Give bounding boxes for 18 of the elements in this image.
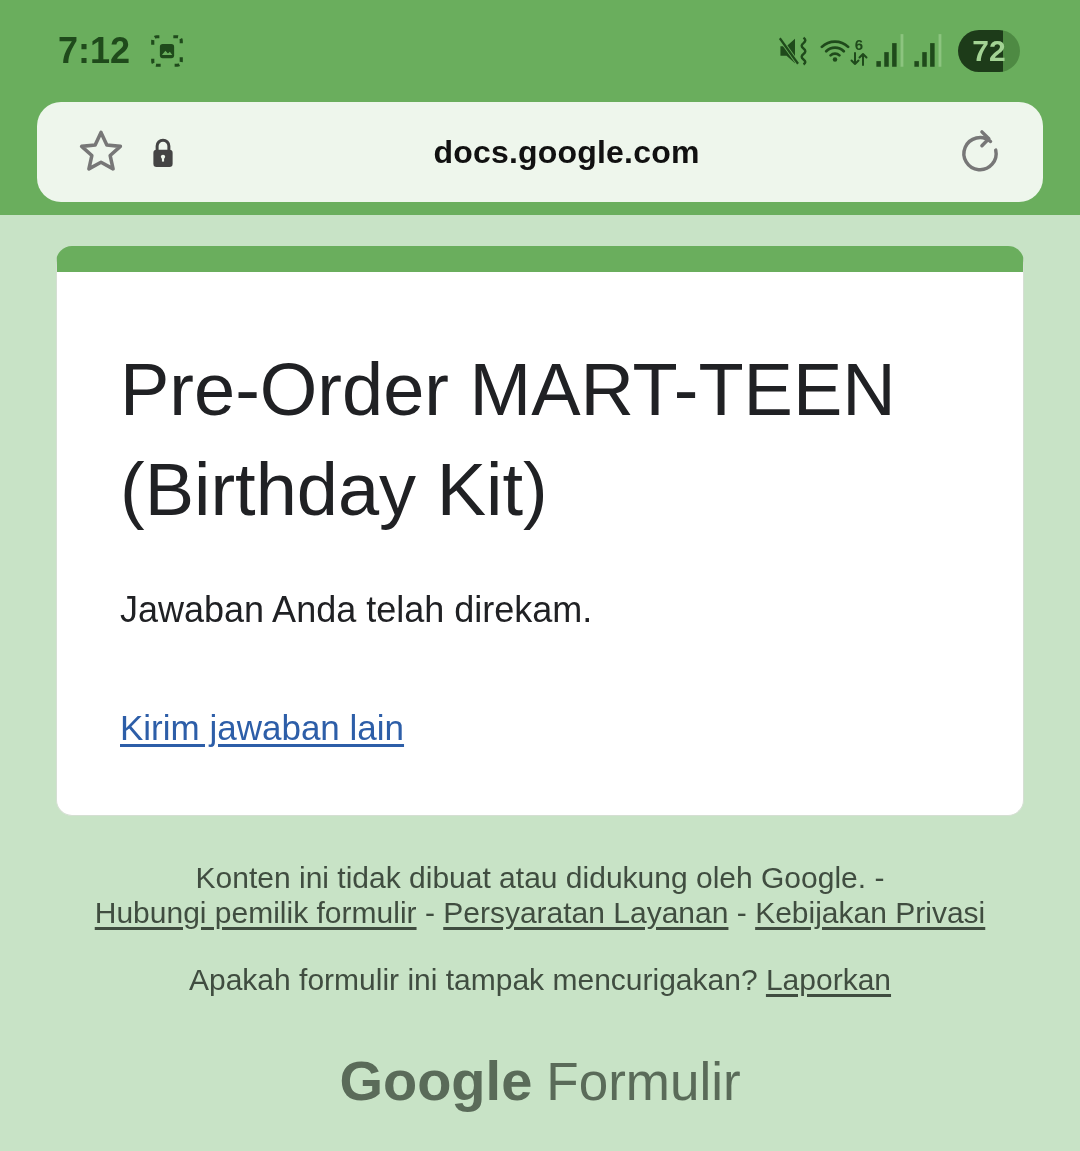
report-prompt: Apakah formulir ini tampak mencurigakan? Laporkan [187,962,893,997]
product-name: Formulir [546,1055,741,1108]
confirmation-message: Jawaban Anda telah direkam. [120,588,594,631]
wifi-standard-label: 6 [854,36,864,52]
footer-disclaimer: Konten ini tidak dibuat atau didukung oleh Google. - Hubungi pemilik formulir - Persyaratan Layanan - Kebijakan Privasi [93,860,987,930]
signal-bars-icon [914,33,944,69]
data-arrows-icon [850,51,868,66]
footer-link[interactable]: Persyaratan Layanan [443,896,729,929]
form-title: Pre-Order MART-TEEN (Birthday Kit) [120,347,897,533]
lock-icon [150,136,176,168]
status-time: 7:12 [58,33,131,69]
footer-link[interactable]: Kebijakan Privasi [755,896,986,929]
submit-another-link[interactable]: Kirim jawaban lain [120,706,405,749]
url-text[interactable]: docs.google.com [176,128,957,176]
signal-bars-icon [876,33,906,69]
battery-percentage: 72 [972,36,1006,66]
footer-link[interactable]: Laporkan [765,963,892,996]
footer-link[interactable]: Hubungi pemilik formulir [94,896,417,929]
